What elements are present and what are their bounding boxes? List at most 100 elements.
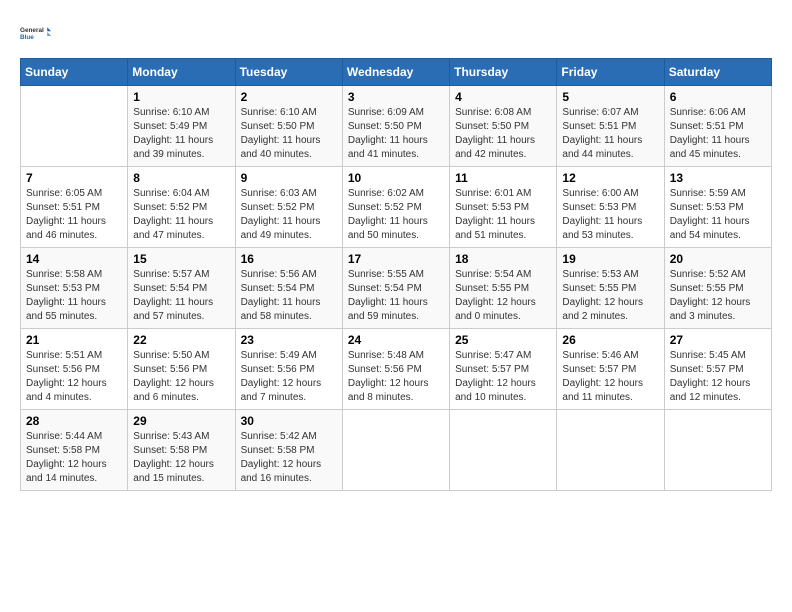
calendar-cell: 10 Sunrise: 6:02 AMSunset: 5:52 PMDayligh…: [342, 167, 449, 248]
day-info: Sunrise: 6:06 AMSunset: 5:51 PMDaylight:…: [670, 106, 766, 162]
day-number: 23: [241, 333, 337, 347]
day-number: 1: [133, 90, 229, 104]
weekday-header-tuesday: Tuesday: [235, 59, 342, 86]
calendar-cell: 14Sunrise: 5:58 AMSunset: 5:53 PMDayligh…: [21, 248, 128, 329]
day-info: Sunrise: 6:03 AMSunset: 5:52 PMDaylight:…: [241, 187, 337, 243]
calendar-cell: 26 Sunrise: 5:46 AMSunset: 5:57 PMDayligh…: [557, 329, 664, 410]
day-number: 11: [455, 171, 551, 185]
day-number: 10: [348, 171, 444, 185]
calendar-cell: 12 Sunrise: 6:00 AMSunset: 5:53 PMDayligh…: [557, 167, 664, 248]
weekday-header-sunday: Sunday: [21, 59, 128, 86]
day-info: Sunrise: 6:10 AMSunset: 5:50 PMDaylight:…: [241, 106, 337, 162]
day-info: Sunrise: 5:55 AMSunset: 5:54 PMDaylight:…: [348, 268, 444, 324]
day-info: Sunrise: 5:50 AMSunset: 5:56 PMDaylight:…: [133, 349, 229, 405]
day-number: 16: [241, 252, 337, 266]
day-number: 8: [133, 171, 229, 185]
day-info: Sunrise: 5:53 AMSunset: 5:55 PMDaylight:…: [562, 268, 658, 324]
day-info: Sunrise: 5:42 AMSunset: 5:58 PMDaylight:…: [241, 430, 337, 486]
calendar-cell: 6 Sunrise: 6:06 AMSunset: 5:51 PMDaylight…: [664, 86, 771, 167]
day-info: Sunrise: 6:10 AMSunset: 5:49 PMDaylight:…: [133, 106, 229, 162]
day-info: Sunrise: 6:02 AMSunset: 5:52 PMDaylight:…: [348, 187, 444, 243]
day-info: Sunrise: 6:04 AMSunset: 5:52 PMDaylight:…: [133, 187, 229, 243]
calendar-week-3: 14Sunrise: 5:58 AMSunset: 5:53 PMDayligh…: [21, 248, 772, 329]
day-number: 28: [26, 414, 122, 428]
day-number: 2: [241, 90, 337, 104]
calendar-cell: 17 Sunrise: 5:55 AMSunset: 5:54 PMDayligh…: [342, 248, 449, 329]
calendar-cell: [557, 410, 664, 491]
calendar-cell: 16 Sunrise: 5:56 AMSunset: 5:54 PMDayligh…: [235, 248, 342, 329]
day-number: 9: [241, 171, 337, 185]
day-info: Sunrise: 6:01 AMSunset: 5:53 PMDaylight:…: [455, 187, 551, 243]
day-number: 25: [455, 333, 551, 347]
day-number: 3: [348, 90, 444, 104]
calendar-cell: 20 Sunrise: 5:52 AMSunset: 5:55 PMDayligh…: [664, 248, 771, 329]
day-info: Sunrise: 5:48 AMSunset: 5:56 PMDaylight:…: [348, 349, 444, 405]
day-info: Sunrise: 6:05 AMSunset: 5:51 PMDaylight:…: [26, 187, 122, 243]
calendar-cell: 7 Sunrise: 6:05 AMSunset: 5:51 PMDaylight…: [21, 167, 128, 248]
day-info: Sunrise: 6:09 AMSunset: 5:50 PMDaylight:…: [348, 106, 444, 162]
day-number: 30: [241, 414, 337, 428]
calendar-table: SundayMondayTuesdayWednesdayThursdayFrid…: [20, 58, 772, 491]
calendar-week-4: 21 Sunrise: 5:51 AMSunset: 5:56 PMDayligh…: [21, 329, 772, 410]
day-info: Sunrise: 5:52 AMSunset: 5:55 PMDaylight:…: [670, 268, 766, 324]
weekday-header-saturday: Saturday: [664, 59, 771, 86]
calendar-cell: 8 Sunrise: 6:04 AMSunset: 5:52 PMDaylight…: [128, 167, 235, 248]
day-info: Sunrise: 5:43 AMSunset: 5:58 PMDaylight:…: [133, 430, 229, 486]
calendar-cell: 23 Sunrise: 5:49 AMSunset: 5:56 PMDayligh…: [235, 329, 342, 410]
day-number: 15: [133, 252, 229, 266]
day-number: 14: [26, 252, 122, 266]
calendar-cell: 27 Sunrise: 5:45 AMSunset: 5:57 PMDayligh…: [664, 329, 771, 410]
calendar-cell: 2 Sunrise: 6:10 AMSunset: 5:50 PMDaylight…: [235, 86, 342, 167]
day-number: 20: [670, 252, 766, 266]
calendar-cell: 9 Sunrise: 6:03 AMSunset: 5:52 PMDaylight…: [235, 167, 342, 248]
weekday-header-thursday: Thursday: [450, 59, 557, 86]
calendar-cell: 4Sunrise: 6:08 AMSunset: 5:50 PMDaylight…: [450, 86, 557, 167]
day-number: 7: [26, 171, 122, 185]
calendar-cell: 5Sunrise: 6:07 AMSunset: 5:51 PMDaylight…: [557, 86, 664, 167]
day-info: Sunrise: 5:49 AMSunset: 5:56 PMDaylight:…: [241, 349, 337, 405]
day-info: Sunrise: 5:46 AMSunset: 5:57 PMDaylight:…: [562, 349, 658, 405]
day-info: Sunrise: 5:59 AMSunset: 5:53 PMDaylight:…: [670, 187, 766, 243]
calendar-week-1: 1 Sunrise: 6:10 AMSunset: 5:49 PMDaylight…: [21, 86, 772, 167]
day-info: Sunrise: 5:57 AMSunset: 5:54 PMDaylight:…: [133, 268, 229, 324]
day-info: Sunrise: 5:44 AMSunset: 5:58 PMDaylight:…: [26, 430, 122, 486]
day-number: 24: [348, 333, 444, 347]
day-number: 21: [26, 333, 122, 347]
day-number: 4: [455, 90, 551, 104]
day-info: Sunrise: 5:45 AMSunset: 5:57 PMDaylight:…: [670, 349, 766, 405]
calendar-cell: 30 Sunrise: 5:42 AMSunset: 5:58 PMDayligh…: [235, 410, 342, 491]
day-number: 17: [348, 252, 444, 266]
day-number: 26: [562, 333, 658, 347]
page-header: GeneralBlue: [20, 20, 772, 48]
calendar-cell: 15 Sunrise: 5:57 AMSunset: 5:54 PMDayligh…: [128, 248, 235, 329]
weekday-header-friday: Friday: [557, 59, 664, 86]
calendar-cell: [450, 410, 557, 491]
day-number: 13: [670, 171, 766, 185]
svg-text:Blue: Blue: [20, 34, 34, 41]
weekday-header-monday: Monday: [128, 59, 235, 86]
calendar-cell: 19 Sunrise: 5:53 AMSunset: 5:55 PMDayligh…: [557, 248, 664, 329]
day-info: Sunrise: 6:00 AMSunset: 5:53 PMDaylight:…: [562, 187, 658, 243]
weekday-header-row: SundayMondayTuesdayWednesdayThursdayFrid…: [21, 59, 772, 86]
calendar-cell: [21, 86, 128, 167]
calendar-cell: 1 Sunrise: 6:10 AMSunset: 5:49 PMDaylight…: [128, 86, 235, 167]
svg-text:General: General: [20, 27, 44, 34]
day-number: 22: [133, 333, 229, 347]
calendar-cell: 25 Sunrise: 5:47 AMSunset: 5:57 PMDayligh…: [450, 329, 557, 410]
calendar-cell: 21 Sunrise: 5:51 AMSunset: 5:56 PMDayligh…: [21, 329, 128, 410]
weekday-header-wednesday: Wednesday: [342, 59, 449, 86]
calendar-week-2: 7 Sunrise: 6:05 AMSunset: 5:51 PMDaylight…: [21, 167, 772, 248]
day-info: Sunrise: 5:51 AMSunset: 5:56 PMDaylight:…: [26, 349, 122, 405]
calendar-cell: [342, 410, 449, 491]
calendar-cell: 3 Sunrise: 6:09 AMSunset: 5:50 PMDaylight…: [342, 86, 449, 167]
calendar-cell: 11 Sunrise: 6:01 AMSunset: 5:53 PMDayligh…: [450, 167, 557, 248]
calendar-cell: 22 Sunrise: 5:50 AMSunset: 5:56 PMDayligh…: [128, 329, 235, 410]
calendar-cell: 28 Sunrise: 5:44 AMSunset: 5:58 PMDayligh…: [21, 410, 128, 491]
day-number: 12: [562, 171, 658, 185]
day-info: Sunrise: 5:56 AMSunset: 5:54 PMDaylight:…: [241, 268, 337, 324]
logo: GeneralBlue: [20, 20, 52, 48]
day-number: 19: [562, 252, 658, 266]
day-number: 6: [670, 90, 766, 104]
day-info: Sunrise: 5:47 AMSunset: 5:57 PMDaylight:…: [455, 349, 551, 405]
day-number: 27: [670, 333, 766, 347]
